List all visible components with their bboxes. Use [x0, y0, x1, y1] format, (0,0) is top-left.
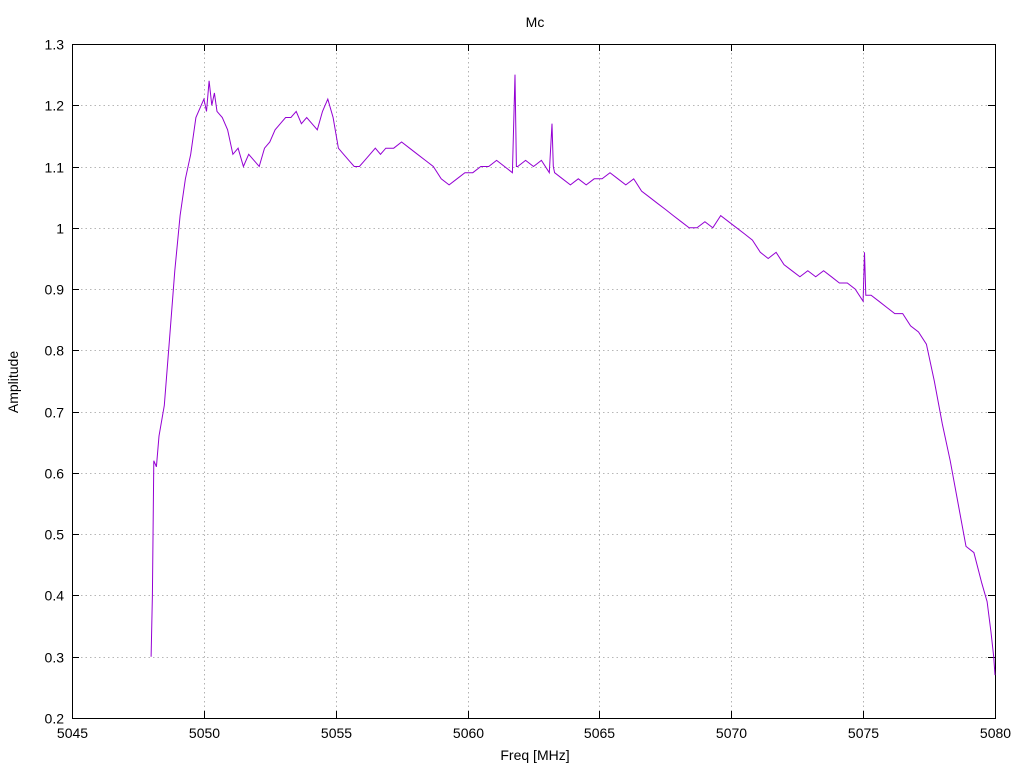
x-tick-label: 5070	[716, 725, 747, 741]
y-tick-label: 0.6	[45, 466, 65, 482]
x-tick-label: 5050	[189, 725, 220, 741]
y-tick-label: 0.7	[45, 405, 65, 421]
y-tick-label: 0.5	[45, 527, 65, 543]
axis-ticks	[72, 44, 996, 719]
x-tick-label: 5045	[57, 725, 88, 741]
x-tick-label: 5080	[980, 725, 1011, 741]
x-tick-label: 5075	[848, 725, 879, 741]
grid-lines	[72, 44, 995, 718]
y-tick-labels: 0.2 0.3 0.4 0.5 0.6 0.7 0.8 0.9 1 1.1 1.2 1.3	[45, 37, 65, 727]
y-tick-label: 1.3	[45, 37, 65, 53]
y-tick-label: 1.2	[45, 98, 65, 114]
y-tick-label: 0.8	[45, 343, 65, 359]
series-line	[150, 74, 996, 676]
x-tick-labels: 5045 5050 5055 5060 5065 5070 5075 5080	[57, 725, 1011, 741]
y-tick-label: 0.9	[45, 282, 65, 298]
y-tick-label: 0.4	[45, 588, 65, 604]
y-axis-title: Amplitude	[5, 351, 21, 413]
x-axis-title: Freq [MHz]	[500, 747, 569, 763]
x-tick-label: 5065	[584, 725, 615, 741]
line-chart: Mc 5045 5050 5055 5060 5065 5070 5075 5080 0.20…	[5, 14, 1011, 763]
y-tick-label: 1.1	[45, 160, 65, 176]
y-tick-label: 1	[56, 221, 64, 237]
x-tick-label: 5060	[453, 725, 484, 741]
y-tick-label: 0.3	[45, 650, 65, 666]
plot-frame	[72, 44, 996, 719]
chart-title: Mc	[526, 14, 545, 30]
x-tick-label: 5055	[321, 725, 352, 741]
y-tick-label: 0.2	[45, 711, 65, 727]
